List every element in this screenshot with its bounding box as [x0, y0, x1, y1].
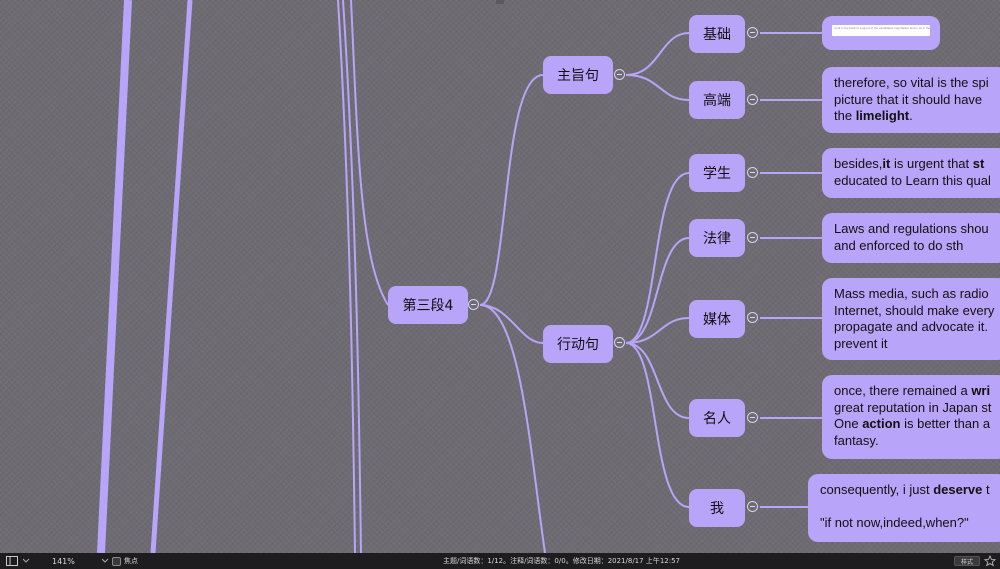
minus-collapse-icon[interactable]	[747, 412, 758, 423]
leaf-text-line: prevent it	[834, 335, 888, 351]
topic-node-xing-dong-ju[interactable]: 行动句	[543, 325, 613, 363]
minus-collapse-icon[interactable]	[614, 337, 625, 348]
topic-node-di-san-duan[interactable]: 第三段4	[388, 286, 468, 324]
topic-node-gao-duan[interactable]: 高端	[689, 81, 745, 119]
document-stats: 主题/词语数：1/12。注释/词语数：0/0。修改日期：2021/8/17 上午…	[443, 557, 680, 565]
leaf-text-line: therefore, so vital is the spi	[834, 75, 989, 90]
topic-node-mei-ti[interactable]: 媒体	[689, 300, 745, 338]
leaf-text-line: Internet, should make every	[834, 302, 995, 318]
window-top-handle	[496, 0, 504, 4]
leaf-blank-line	[820, 499, 996, 515]
leaf-text-line: once, there remained a wri	[834, 383, 991, 398]
leaf-fa-lv[interactable]: Laws and regulations shou and enforced t…	[822, 213, 1000, 263]
minus-collapse-icon[interactable]	[468, 299, 479, 310]
leaf-text-line: fantasy.	[834, 432, 879, 448]
topic-node-wo[interactable]: 我	[689, 489, 745, 527]
topic-node-zhu-zhi-ju[interactable]: 主旨句	[543, 56, 613, 94]
star-icon[interactable]	[984, 553, 996, 569]
minus-collapse-icon[interactable]	[747, 167, 758, 178]
leaf-text-line: "if not now,indeed,when?"	[820, 514, 969, 530]
leaf-wo[interactable]: consequently, i just deserve t "if not n…	[808, 474, 1000, 542]
leaf-mei-ti[interactable]: Mass media, such as radio Internet, shou…	[822, 278, 1000, 360]
leaf-text-line: Laws and regulations shou	[834, 221, 989, 236]
mindmap-canvas[interactable]: 第三段4 主旨句 行动句 基础 高端 学生 法律 媒体 名人 我 to sit …	[0, 0, 1000, 553]
leaf-text-line: besides,it is urgent that st	[834, 156, 985, 171]
minus-collapse-icon[interactable]	[747, 27, 758, 38]
leaf-text-line: Mass media, such as radio	[834, 286, 989, 301]
minus-collapse-icon[interactable]	[747, 94, 758, 105]
zoom-level[interactable]: 141%	[52, 553, 75, 569]
leaf-text-line: propagate and advocate it.	[834, 319, 988, 334]
style-button[interactable]: 样式	[954, 556, 981, 566]
leaf-xue-sheng[interactable]: besides,it is urgent that st educated to…	[822, 148, 1000, 198]
status-bar: 141% 焦点 主题/词语数：1/12。注释/词语数：0/0。修改日期：2021…	[0, 553, 1000, 569]
leaf-ji-chu-image: to sit in the back in support of the can…	[832, 25, 930, 36]
leaf-text-line: the limelight.	[834, 108, 913, 123]
checkbox-icon[interactable]	[112, 553, 121, 569]
chevron-down-icon[interactable]	[22, 553, 30, 569]
topic-node-xue-sheng[interactable]: 学生	[689, 154, 745, 192]
topic-node-ji-chu[interactable]: 基础	[689, 15, 745, 53]
leaf-text-line: picture that it should have	[834, 91, 983, 107]
focus-label: 焦点	[124, 557, 138, 565]
minus-collapse-icon[interactable]	[614, 69, 625, 80]
topic-node-ming-ren[interactable]: 名人	[689, 399, 745, 437]
sidebar-toggle-icon[interactable]	[6, 553, 18, 569]
leaf-gao-duan[interactable]: therefore, so vital is the spi picture t…	[822, 67, 1000, 133]
leaf-ming-ren[interactable]: once, there remained a wri great reputat…	[822, 375, 1000, 459]
topic-node-fa-lv[interactable]: 法律	[689, 219, 745, 257]
minus-collapse-icon[interactable]	[747, 232, 758, 243]
minus-collapse-icon[interactable]	[747, 312, 758, 323]
leaf-text-line: One action is better than a	[834, 416, 991, 431]
leaf-ji-chu[interactable]: to sit in the back in support of the can…	[822, 16, 940, 50]
chevron-down-icon[interactable]	[101, 553, 109, 569]
leaf-text-line: and enforced to do sth	[834, 237, 964, 253]
leaf-text-line: consequently, i just deserve t	[820, 482, 990, 497]
minus-collapse-icon[interactable]	[747, 501, 758, 512]
leaf-text-line: great reputation in Japan st	[834, 399, 992, 415]
leaf-text-line: educated to Learn this qual	[834, 172, 991, 188]
